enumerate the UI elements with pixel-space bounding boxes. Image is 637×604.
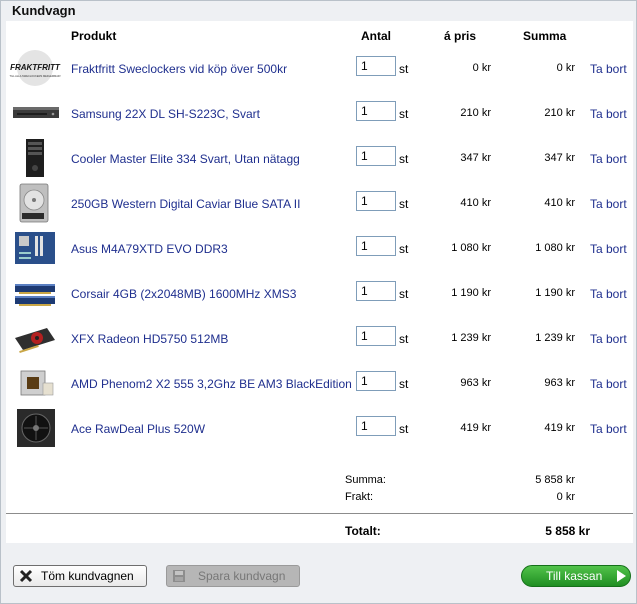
remove-link[interactable]: Ta bort xyxy=(590,197,627,211)
panel-title: Kundvagn xyxy=(12,3,76,18)
product-link[interactable]: Ace RawDeal Plus 520W xyxy=(71,422,205,436)
logo-subtext: TILL ALLA SWECLOCKERS MEDLEMMAR! xyxy=(9,74,60,78)
column-header-quantity: Antal xyxy=(361,29,391,43)
line-total: 210 kr xyxy=(544,107,575,119)
column-header-total: Summa xyxy=(523,29,567,43)
quantity-input[interactable] xyxy=(356,371,396,391)
line-total: 1 080 kr xyxy=(535,242,575,254)
unit-label: st xyxy=(399,242,409,256)
line-total: 410 kr xyxy=(544,197,575,209)
fraktfritt-logo-icon: FRAKTFRITT TILL ALLA SWECLOCKERS MEDLEMM… xyxy=(9,48,61,88)
save-cart-button[interactable]: Spara kundvagn xyxy=(166,565,300,587)
unit-label: st xyxy=(399,107,409,121)
unit-price: 0 kr xyxy=(472,62,491,74)
remove-link[interactable]: Ta bort xyxy=(590,242,627,256)
line-total: 963 kr xyxy=(544,377,575,389)
power-supply-icon xyxy=(17,409,55,447)
unit-price: 1 239 kr xyxy=(451,332,491,344)
cart-row: 250GB Western Digital Caviar Blue SATA I… xyxy=(6,181,633,226)
unit-label: st xyxy=(399,197,409,211)
quantity-input[interactable] xyxy=(356,281,396,301)
cpu-icon xyxy=(20,370,54,396)
unit-label: st xyxy=(399,332,409,346)
cart-content: Produkt Antal á pris Summa FRAKTFRITT TI… xyxy=(6,21,633,543)
cart-row: Corsair 4GB (2x2048MB) 1600MHz XMS3 st 1… xyxy=(6,271,633,316)
remove-link[interactable]: Ta bort xyxy=(590,152,627,166)
product-link[interactable]: AMD Phenom2 X2 555 3,2Ghz BE AM3 BlackEd… xyxy=(71,377,352,391)
cart-row: XFX Radeon HD5750 512MB st 1 239 kr 1 23… xyxy=(6,316,633,361)
grand-total-value: 5 858 kr xyxy=(545,524,590,538)
product-link[interactable]: XFX Radeon HD5750 512MB xyxy=(71,332,228,346)
unit-price: 410 kr xyxy=(460,197,491,209)
unit-price: 347 kr xyxy=(460,152,491,164)
quantity-input[interactable] xyxy=(356,416,396,436)
remove-link[interactable]: Ta bort xyxy=(590,332,627,346)
dvd-drive-icon xyxy=(13,107,59,118)
quantity-input[interactable] xyxy=(356,236,396,256)
ram-modules-icon xyxy=(15,284,55,306)
save-icon xyxy=(173,570,185,582)
unit-price: 210 kr xyxy=(460,107,491,119)
subtotal-label: Summa: xyxy=(345,474,386,486)
product-link[interactable]: Cooler Master Elite 334 Svart, Utan näta… xyxy=(71,152,300,166)
remove-link[interactable]: Ta bort xyxy=(590,107,627,121)
checkout-label: Till kassan xyxy=(546,569,603,583)
unit-price: 1 190 kr xyxy=(451,287,491,299)
graphics-card-icon xyxy=(15,328,55,354)
line-total: 347 kr xyxy=(544,152,575,164)
arrow-right-icon xyxy=(617,570,627,582)
quantity-input[interactable] xyxy=(356,101,396,121)
line-total: 419 kr xyxy=(544,422,575,434)
empty-cart-label: Töm kundvagnen xyxy=(41,569,134,583)
remove-link[interactable]: Ta bort xyxy=(590,377,627,391)
line-total: 1 239 kr xyxy=(535,332,575,344)
unit-label: st xyxy=(399,377,409,391)
save-cart-label: Spara kundvagn xyxy=(198,569,286,583)
line-total: 1 190 kr xyxy=(535,287,575,299)
unit-price: 419 kr xyxy=(460,422,491,434)
line-total: 0 kr xyxy=(556,62,575,74)
hard-drive-icon xyxy=(19,183,49,223)
remove-link[interactable]: Ta bort xyxy=(590,62,627,76)
remove-link[interactable]: Ta bort xyxy=(590,422,627,436)
quantity-input[interactable] xyxy=(356,146,396,166)
cart-row: AMD Phenom2 X2 555 3,2Ghz BE AM3 BlackEd… xyxy=(6,361,633,406)
product-link[interactable]: Corsair 4GB (2x2048MB) 1600MHz XMS3 xyxy=(71,287,296,301)
totals-divider xyxy=(6,513,633,514)
cart-row: Cooler Master Elite 334 Svart, Utan näta… xyxy=(6,136,633,181)
motherboard-icon xyxy=(15,232,55,264)
unit-label: st xyxy=(399,287,409,301)
cart-panel: Kundvagn Produkt Antal á pris Summa FRAK… xyxy=(0,0,637,604)
unit-label: st xyxy=(399,422,409,436)
product-link[interactable]: Samsung 22X DL SH-S223C, Svart xyxy=(71,107,260,121)
cart-row: Asus M4A79XTD EVO DDR3 st 1 080 kr 1 080… xyxy=(6,226,633,271)
remove-link[interactable]: Ta bort xyxy=(590,287,627,301)
empty-cart-button[interactable]: Töm kundvagnen xyxy=(13,565,147,587)
freight-value: 0 kr xyxy=(556,491,575,503)
checkout-button[interactable]: Till kassan xyxy=(521,565,631,587)
cart-row: FRAKTFRITT TILL ALLA SWECLOCKERS MEDLEMM… xyxy=(6,46,633,91)
quantity-input[interactable] xyxy=(356,56,396,76)
quantity-input[interactable] xyxy=(356,191,396,211)
subtotal-value: 5 858 kr xyxy=(535,474,575,486)
cart-row: Samsung 22X DL SH-S223C, Svart st 210 kr… xyxy=(6,91,633,136)
column-header-product: Produkt xyxy=(71,29,117,43)
pc-case-icon xyxy=(26,139,44,177)
product-link[interactable]: Asus M4A79XTD EVO DDR3 xyxy=(71,242,228,256)
quantity-input[interactable] xyxy=(356,326,396,346)
product-link[interactable]: 250GB Western Digital Caviar Blue SATA I… xyxy=(71,197,300,211)
grand-total-label: Totalt: xyxy=(345,524,381,538)
unit-price: 963 kr xyxy=(460,377,491,389)
unit-label: st xyxy=(399,152,409,166)
cart-row: Ace RawDeal Plus 520W st 419 kr 419 kr T… xyxy=(6,406,633,451)
close-icon xyxy=(19,569,33,583)
logo-text: FRAKTFRITT xyxy=(10,63,61,72)
unit-label: st xyxy=(399,62,409,76)
unit-price: 1 080 kr xyxy=(451,242,491,254)
freight-label: Frakt: xyxy=(345,491,374,503)
product-link[interactable]: Fraktfritt Sweclockers vid köp över 500k… xyxy=(71,62,287,76)
column-header-unit-price: á pris xyxy=(444,29,477,43)
